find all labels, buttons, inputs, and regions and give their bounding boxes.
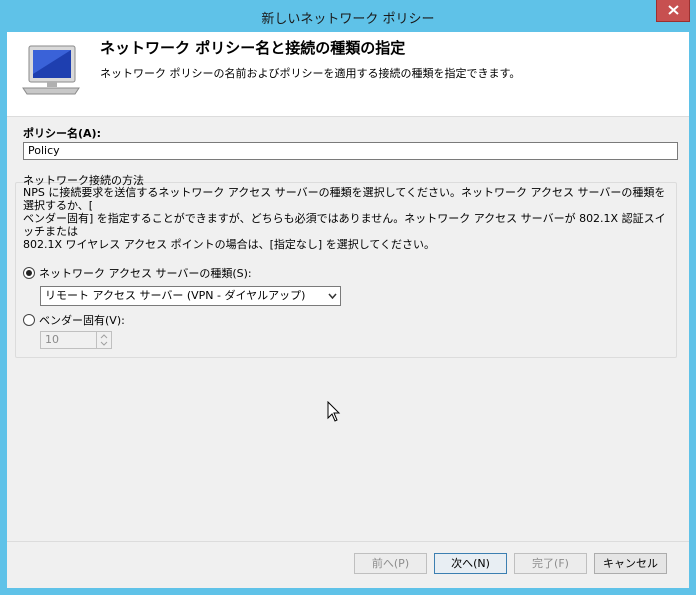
- page-title: ネットワーク ポリシー名と接続の種類の指定: [100, 39, 406, 57]
- radio-button-checked[interactable]: [23, 267, 35, 279]
- mouse-cursor-icon: [327, 401, 341, 422]
- vendor-spinner: 10: [40, 331, 112, 349]
- close-icon: [668, 5, 679, 15]
- description-line: ベンダー固有] を指定することができますが、どちらも必須ではありません。ネットワ…: [23, 212, 666, 238]
- wizard-header: ネットワーク ポリシー名と接続の種類の指定 ネットワーク ポリシーの名前およびポ…: [7, 32, 689, 117]
- cancel-button[interactable]: キャンセル: [594, 553, 667, 574]
- description-line: NPS に接続要求を送信するネットワーク アクセス サーバーの種類を選択してくだ…: [23, 186, 666, 212]
- radio-vendor-specific[interactable]: ベンダー固有(V):: [23, 312, 125, 328]
- radio-server-type[interactable]: ネットワーク アクセス サーバーの種類(S):: [23, 265, 252, 281]
- radio-vendor-specific-label: ベンダー固有(V):: [39, 314, 125, 327]
- server-type-select-value: リモート アクセス サーバー (VPN - ダイヤルアップ): [45, 289, 306, 302]
- chevron-up-icon: [100, 334, 108, 339]
- dialog-window: 新しいネットワーク ポリシー ネットワーク ポリシー名と接続の種類の指定 ネット…: [0, 0, 696, 595]
- radio-button-unchecked[interactable]: [23, 314, 35, 326]
- chevron-down-icon: [100, 341, 108, 346]
- back-button[interactable]: 前へ(P): [354, 553, 427, 574]
- next-button[interactable]: 次へ(N): [434, 553, 507, 574]
- title-bar[interactable]: 新しいネットワーク ポリシー: [0, 0, 696, 32]
- policy-name-label: ポリシー名(A):: [23, 127, 101, 140]
- connection-method-description: NPS に接続要求を送信するネットワーク アクセス サーバーの種類を選択してくだ…: [23, 186, 675, 251]
- spinner-buttons: [96, 332, 111, 348]
- server-type-select[interactable]: リモート アクセス サーバー (VPN - ダイヤルアップ): [40, 286, 341, 306]
- close-button[interactable]: [656, 0, 690, 22]
- window-title: 新しいネットワーク ポリシー: [261, 12, 435, 27]
- page-subtitle: ネットワーク ポリシーの名前およびポリシーを適用する接続の種類を指定できます。: [100, 67, 521, 80]
- finish-button[interactable]: 完了(F): [514, 553, 587, 574]
- radio-server-type-label: ネットワーク アクセス サーバーの種類(S):: [39, 267, 252, 280]
- policy-name-input[interactable]: Policy: [23, 142, 678, 160]
- dialog-client-area: ネットワーク ポリシー名と接続の種類の指定 ネットワーク ポリシーの名前およびポ…: [7, 32, 689, 588]
- description-line: 802.1X ワイヤレス アクセス ポイントの場合は、[指定なし] を選択してく…: [23, 238, 436, 251]
- chevron-down-icon: [328, 293, 337, 299]
- network-policy-icon: [22, 45, 80, 95]
- button-separator: [7, 541, 689, 542]
- vendor-spinner-value: 10: [45, 333, 59, 346]
